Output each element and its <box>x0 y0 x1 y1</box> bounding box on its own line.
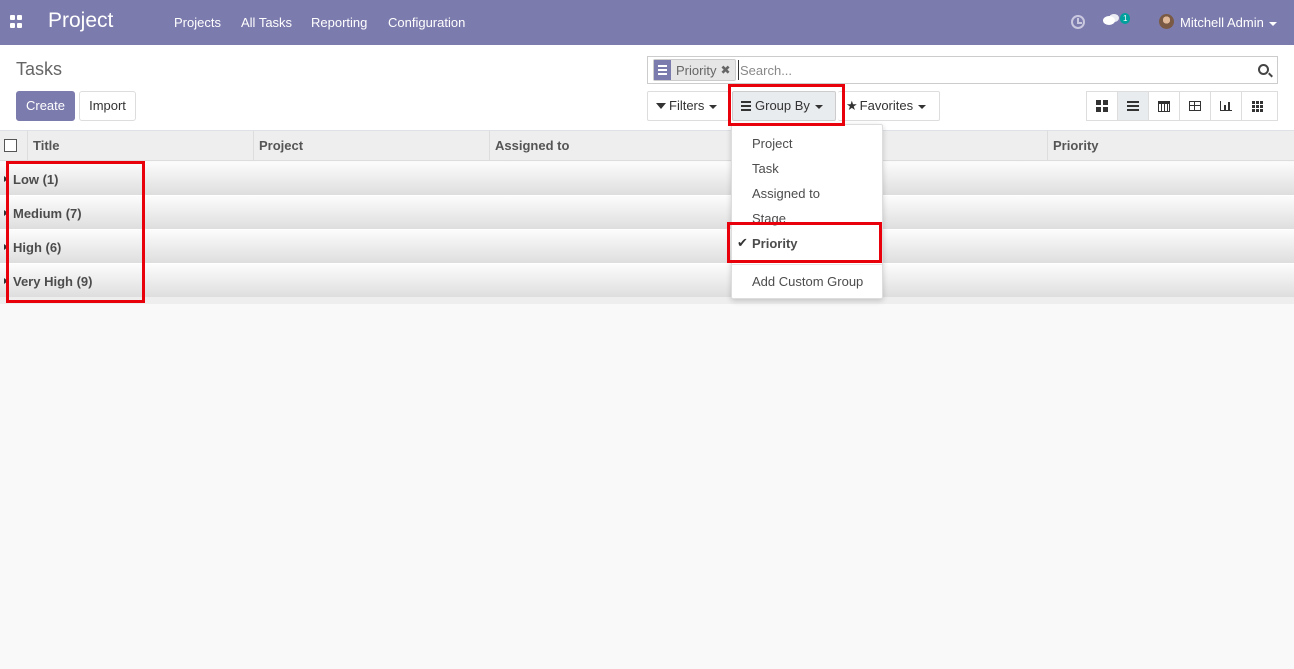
page-title: Tasks <box>16 59 63 79</box>
group-by-option-task[interactable]: Task <box>752 161 779 176</box>
app-brand[interactable]: Project <box>48 9 113 33</box>
activity-clock-icon[interactable] <box>1071 15 1085 29</box>
group-by-facet-icon <box>654 60 671 80</box>
table-header: Title Project Assigned to Priority <box>0 131 1294 161</box>
calendar-icon <box>1158 100 1170 112</box>
table-icon <box>1189 101 1201 111</box>
avatar[interactable] <box>1159 14 1174 29</box>
table-footer <box>0 297 1294 304</box>
menu-all-tasks[interactable]: All Tasks <box>241 15 292 30</box>
group-by-option-assigned-to[interactable]: Assigned to <box>752 186 820 201</box>
graph-view-button[interactable] <box>1211 92 1242 120</box>
search-input[interactable] <box>738 60 1238 80</box>
caret-down-icon <box>1268 21 1277 26</box>
chat-icon[interactable] <box>1103 14 1121 28</box>
star-icon: ★ <box>846 98 858 113</box>
column-project[interactable]: Project <box>253 131 489 161</box>
top-navbar: Project Projects All Tasks Reporting Con… <box>0 0 1294 45</box>
kanban-icon <box>1096 100 1108 112</box>
highlight-group-by-button <box>728 84 845 126</box>
filters-label: Filters <box>669 98 705 113</box>
dropdown-divider <box>732 264 882 265</box>
group-row-very-high[interactable]: Very High (9) <box>0 264 1294 298</box>
facet-remove-icon[interactable]: ✖ <box>720 63 734 77</box>
group-row-medium[interactable]: Medium (7) <box>0 196 1294 230</box>
list-icon <box>1127 101 1139 111</box>
menu-reporting[interactable]: Reporting <box>311 15 367 30</box>
facet-label: Priority <box>676 62 717 78</box>
search-facet-priority: Priority ✖ <box>653 59 736 81</box>
import-button[interactable]: Import <box>79 91 136 121</box>
search-icon[interactable] <box>1258 64 1269 75</box>
group-row-high[interactable]: High (6) <box>0 230 1294 264</box>
calendar-view-button[interactable] <box>1149 92 1180 120</box>
caret-down-icon <box>709 104 718 109</box>
filter-icon <box>656 102 666 109</box>
favorites-label: Favorites <box>859 98 914 113</box>
control-panel: Tasks Create Import Priority ✖ Filters G… <box>0 45 1294 131</box>
column-title[interactable]: Title <box>27 131 253 161</box>
add-custom-group[interactable]: Add Custom Group <box>752 274 863 289</box>
filters-button[interactable]: Filters <box>647 91 729 121</box>
apps-menu-icon[interactable] <box>10 15 23 28</box>
user-name: Mitchell Admin <box>1180 15 1264 30</box>
kanban-view-button[interactable] <box>1087 92 1118 120</box>
menu-configuration[interactable]: Configuration <box>388 15 465 30</box>
column-priority[interactable]: Priority <box>1047 131 1294 161</box>
favorites-button[interactable]: ★ Favorites <box>838 91 940 121</box>
list-view-button[interactable] <box>1118 92 1149 120</box>
group-row-low[interactable]: Low (1) <box>0 162 1294 196</box>
group-by-option-project[interactable]: Project <box>752 136 792 151</box>
user-menu[interactable]: Mitchell Admin <box>1180 15 1277 30</box>
group-by-dropdown: Project Task Assigned to Stage ✔ Priorit… <box>731 124 883 299</box>
caret-down-icon <box>918 104 927 109</box>
menu-projects[interactable]: Projects <box>174 15 221 30</box>
highlight-group-rows <box>6 161 145 303</box>
activity-view-button[interactable] <box>1242 92 1273 120</box>
bar-chart-icon <box>1220 101 1232 111</box>
highlight-priority-option <box>727 222 882 263</box>
view-switcher <box>1086 91 1278 121</box>
select-all-checkbox[interactable] <box>4 139 17 152</box>
chat-badge: 1 <box>1120 13 1131 24</box>
grid-icon <box>1252 100 1263 112</box>
create-button[interactable]: Create <box>16 91 75 121</box>
search-bar: Priority ✖ <box>647 56 1278 84</box>
pivot-view-button[interactable] <box>1180 92 1211 120</box>
